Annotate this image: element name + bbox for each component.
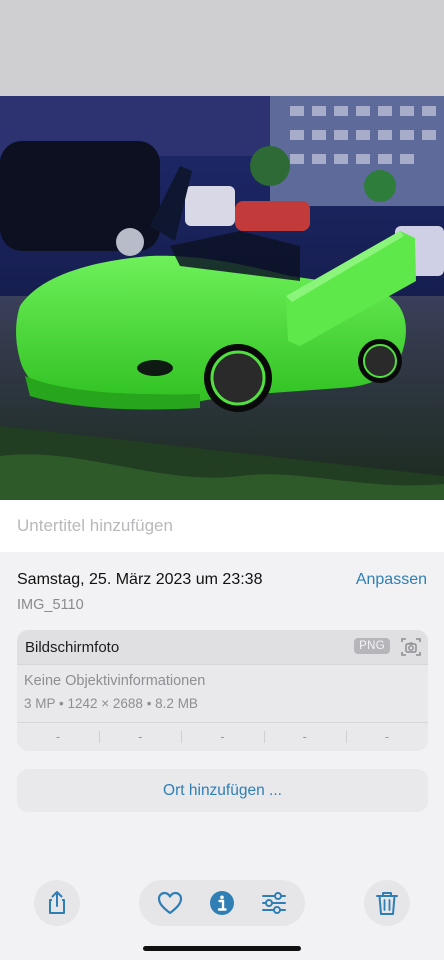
photo-image [0, 96, 444, 500]
format-badge: PNG [354, 638, 390, 654]
exif-aperture: - [263, 723, 346, 751]
photo-date: Samstag, 25. März 2023 um 23:38 [17, 571, 263, 588]
adjust-icon[interactable] [260, 889, 288, 917]
share-icon [49, 891, 65, 914]
exif-focal-length: - [99, 723, 181, 751]
metadata-card-body: Keine Objektivinformationen 3 MP • 1242 … [17, 665, 428, 723]
delete-button[interactable] [364, 880, 410, 926]
toolbar-group [139, 880, 305, 926]
caption-input[interactable] [17, 516, 417, 536]
exif-exposure-bias: - [181, 723, 263, 751]
metadata-card-header: Bildschirmfoto PNG [17, 630, 428, 665]
share-button[interactable] [34, 880, 80, 926]
caption-section [0, 500, 444, 552]
exif-shutter: - [345, 723, 428, 751]
adjust-date-button[interactable]: Anpassen [356, 571, 427, 589]
top-bar-background [0, 0, 444, 96]
add-location-button[interactable]: Ort hinzufügen ... [17, 769, 428, 812]
home-indicator[interactable] [143, 946, 301, 951]
trash-icon [376, 892, 398, 915]
photo-type-label: Bildschirmfoto [25, 639, 120, 656]
screenshot-icon [401, 638, 421, 656]
exif-row: - - - - - [17, 723, 428, 751]
exif-iso: - [55, 729, 61, 744]
photo-filename: IMG_5110 [17, 597, 84, 613]
lens-info: Keine Objektivinformationen [24, 673, 206, 689]
heart-icon[interactable] [156, 889, 184, 917]
photo-viewer[interactable] [0, 96, 444, 500]
metadata-card: Bildschirmfoto PNG Keine Objektivinforma… [17, 630, 428, 751]
info-icon[interactable] [208, 889, 236, 917]
bottom-toolbar [0, 880, 444, 960]
image-specs: 3 MP • 1242 × 2688 • 8.2 MB [24, 696, 198, 711]
info-panel: Samstag, 25. März 2023 um 23:38 Anpassen… [0, 552, 444, 888]
